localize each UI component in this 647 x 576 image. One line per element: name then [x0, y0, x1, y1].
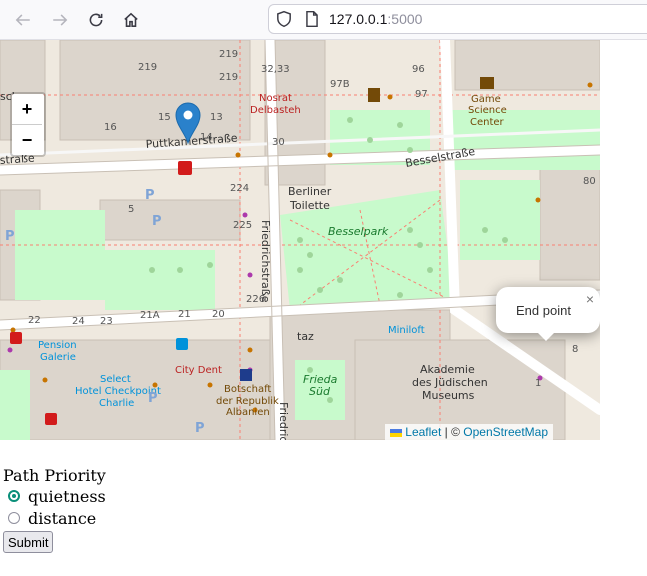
map-poi-label: Center — [470, 117, 505, 128]
map-house-number: 1 — [535, 378, 541, 389]
map-house-number: 224 — [230, 183, 249, 194]
reload-icon[interactable] — [82, 6, 110, 34]
url-text: 127.0.0.1:5000 — [329, 11, 422, 27]
parking-icon: P — [5, 229, 15, 244]
map-house-number: 16 — [104, 122, 117, 133]
map-label: Toilette — [289, 199, 330, 212]
leaflet-link[interactable]: Leaflet — [405, 425, 441, 439]
popup-tip — [536, 331, 556, 341]
zoom-out-button[interactable]: − — [12, 124, 42, 155]
parking-icon: P — [195, 421, 205, 436]
arrow-left-icon[interactable] — [9, 6, 37, 34]
hospital-icon — [10, 332, 22, 344]
map-poi-label: Charlie — [99, 398, 134, 409]
map-house-number: 5 — [128, 204, 134, 215]
map-poi-label: Pension — [38, 340, 77, 351]
arrow-right-icon[interactable] — [46, 6, 74, 34]
submit-button[interactable]: Submit — [3, 531, 54, 553]
map-label: Akademie — [420, 363, 475, 376]
map-poi-label: Albanien — [226, 407, 270, 418]
distance-label[interactable]: distance — [28, 509, 96, 528]
end-point-popup: End point × — [496, 287, 600, 341]
map-label: Berliner — [288, 185, 332, 198]
map-house-number: 21 — [178, 309, 191, 320]
option-quietness[interactable]: quietness — [3, 485, 106, 507]
map-house-number: 32,33 — [261, 64, 290, 75]
zoom-in-button[interactable]: + — [12, 94, 42, 124]
map-poi-label: Nosrat — [259, 93, 292, 104]
map-house-number: 97B — [330, 79, 350, 90]
map-house-number: 97 — [415, 89, 428, 100]
path-priority-legend: Path Priority — [3, 466, 106, 485]
map-house-number: 23 — [100, 316, 113, 327]
quietness-label[interactable]: quietness — [28, 487, 106, 506]
map-house-number: 8 — [572, 344, 578, 355]
map-poi-label: City Dent — [175, 365, 222, 376]
map-tiles: 219 219 219 32,33 97B 96 97 16 15 13 14 … — [0, 40, 600, 440]
map-house-number: 15 — [158, 112, 171, 123]
map-house-number: 219 — [138, 62, 157, 73]
map-park-label: Besselpark — [328, 225, 389, 238]
map-label: Museums — [422, 389, 475, 402]
map-poi-label: Game — [471, 94, 501, 105]
parking-icon: P — [148, 391, 158, 406]
map-poi-label: Galerie — [40, 352, 76, 363]
map-poi-label: der Republik — [216, 396, 279, 407]
map-house-number: 225 — [233, 220, 252, 231]
home-icon[interactable] — [117, 6, 145, 34]
zoom-control: + − — [10, 92, 46, 157]
map-street-label: Friedrichstraße — [259, 220, 272, 303]
map-house-number: 22 — [28, 315, 41, 326]
map-house-number: 21A — [140, 310, 160, 321]
charging-icon — [176, 338, 188, 350]
map-park-label: Süd — [309, 385, 331, 398]
flag-icon — [240, 369, 252, 381]
url-bar[interactable]: 127.0.0.1:5000 — [268, 4, 647, 34]
map[interactable]: 219 219 219 32,33 97B 96 97 16 15 13 14 … — [0, 40, 600, 440]
openstreetmap-link[interactable]: OpenStreetMap — [463, 425, 548, 439]
map-poi-label: Botschaft — [224, 384, 271, 395]
museum-icon — [480, 77, 494, 89]
map-house-number: 13 — [210, 112, 223, 123]
map-poi-label: Delbasteh — [250, 105, 301, 116]
map-label: des Jüdischen — [412, 376, 488, 389]
map-house-number: 80 — [583, 176, 596, 187]
popup-text: End point — [516, 303, 571, 318]
shield-icon[interactable] — [275, 10, 293, 28]
hospital-icon — [178, 161, 192, 175]
option-distance[interactable]: distance — [3, 507, 106, 529]
page-icon — [306, 10, 318, 28]
map-house-number: 96 — [412, 64, 425, 75]
ukraine-flag-icon — [390, 428, 403, 437]
map-house-number: 24 — [72, 316, 85, 327]
attribution-separator: | © — [441, 425, 464, 439]
url-host: 127.0.0.1 — [329, 11, 388, 27]
map-poi-label: Miniloft — [388, 325, 425, 336]
map-poi-label: Select — [100, 374, 131, 385]
url-port: :5000 — [387, 11, 423, 27]
monument-icon — [368, 88, 380, 102]
distance-radio[interactable] — [8, 512, 20, 524]
path-priority-form: Path Priority quietness distance Submit — [3, 466, 106, 553]
map-house-number: 20 — [212, 309, 225, 320]
map-attribution: Leaflet | © OpenStreetMap — [385, 424, 553, 440]
quietness-radio[interactable] — [8, 490, 20, 502]
browser-toolbar: 127.0.0.1:5000 — [0, 0, 647, 40]
close-icon[interactable]: × — [586, 291, 594, 307]
map-house-number: 219 — [219, 49, 238, 60]
parking-icon: P — [152, 214, 162, 229]
map-house-number: 30 — [272, 137, 285, 148]
map-poi-label: Science — [468, 105, 507, 116]
parking-icon: P — [145, 188, 155, 203]
map-house-number: 219 — [219, 72, 238, 83]
hospital-icon — [45, 413, 57, 425]
map-street-label: Friedric — [277, 402, 290, 440]
map-label: taz — [297, 330, 314, 343]
